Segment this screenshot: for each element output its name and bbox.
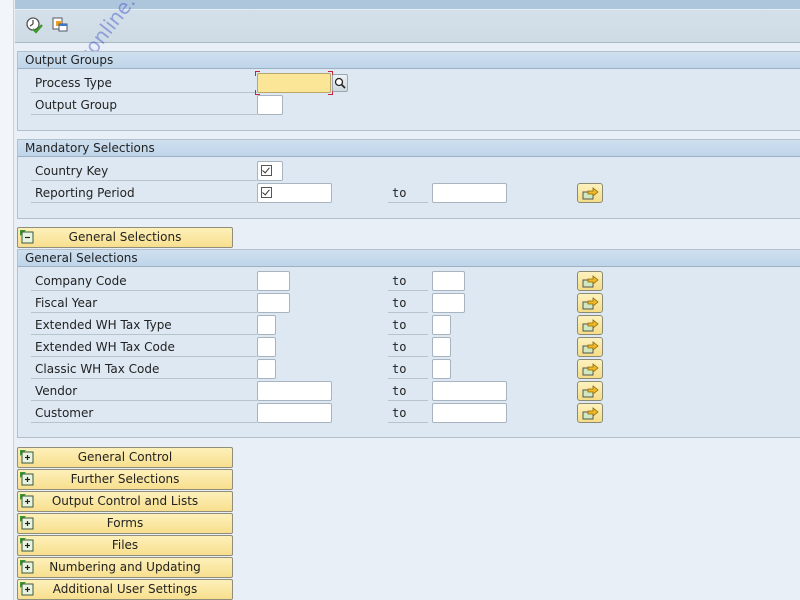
multiple-selection-icon: [582, 275, 599, 288]
country-key-label: Country Key: [31, 161, 257, 181]
to-label: to: [388, 183, 428, 203]
execute-icon[interactable]: [25, 16, 43, 34]
mandatory-selections-title: Mandatory Selections: [18, 140, 800, 157]
search-icon: [334, 77, 346, 89]
to-label: to: [388, 381, 428, 401]
to-label: to: [388, 315, 428, 335]
output-group-input[interactable]: [257, 95, 283, 115]
extended-wh-tax-type-from-input[interactable]: [257, 315, 276, 335]
further-selections-toggle-button[interactable]: Further Selections: [17, 469, 233, 490]
additional-user-settings-label: Additional User Settings: [52, 582, 198, 596]
process-type-input[interactable]: [257, 73, 331, 93]
extended-wh-tax-code-to-input[interactable]: [432, 337, 451, 357]
multiple-selection-icon: [582, 297, 599, 310]
general-selections-frame: General Selections Company Code to Fisca…: [17, 249, 800, 438]
expand-block-icon: [20, 560, 34, 574]
vendor-label: Vendor: [31, 381, 257, 401]
further-selections-label: Further Selections: [70, 472, 180, 486]
classic-wh-tax-code-from-input[interactable]: [257, 359, 276, 379]
reporting-period-label: Reporting Period: [31, 183, 257, 203]
multiple-selection-button[interactable]: [577, 381, 603, 401]
country-key-input[interactable]: [257, 161, 283, 181]
extended-wh-tax-code-from-input[interactable]: [257, 337, 276, 357]
expand-block-icon: [20, 472, 34, 486]
output-control-toggle-button[interactable]: Output Control and Lists: [17, 491, 233, 512]
multiple-selection-button[interactable]: [577, 315, 603, 335]
to-label: to: [388, 337, 428, 357]
output-groups-title: Output Groups: [18, 52, 800, 69]
mandatory-selections-frame: Mandatory Selections Country Key Reporti…: [17, 139, 800, 219]
extended-wh-tax-code-label: Extended WH Tax Code: [31, 337, 257, 357]
multiple-selection-icon: [582, 341, 599, 354]
customer-from-input[interactable]: [257, 403, 332, 423]
multiple-selection-button[interactable]: [577, 293, 603, 313]
files-toggle-button[interactable]: Files: [17, 535, 233, 556]
classic-wh-tax-code-label: Classic WH Tax Code: [31, 359, 257, 379]
general-selections-title: General Selections: [18, 250, 800, 267]
classic-wh-tax-code-to-input[interactable]: [432, 359, 451, 379]
output-group-label: Output Group: [31, 95, 257, 115]
get-variant-icon[interactable]: [51, 16, 69, 34]
general-selections-button-label: General Selections: [68, 230, 182, 244]
application-toolbar: [15, 9, 800, 43]
vendor-from-input[interactable]: [257, 381, 332, 401]
to-label: to: [388, 359, 428, 379]
vendor-to-input[interactable]: [432, 381, 507, 401]
forms-label: Forms: [106, 516, 144, 530]
expand-block-icon: [20, 450, 34, 464]
forms-toggle-button[interactable]: Forms: [17, 513, 233, 534]
output-groups-frame: Output Groups Process Type Output Group: [17, 51, 800, 131]
expand-block-icon: [20, 538, 34, 552]
extended-wh-tax-type-to-input[interactable]: [432, 315, 451, 335]
required-marker: [255, 71, 260, 76]
multiple-selection-button[interactable]: [577, 403, 603, 423]
customer-to-input[interactable]: [432, 403, 507, 423]
multiple-selection-icon: [582, 363, 599, 376]
multiple-selection-button[interactable]: [577, 271, 603, 291]
multiple-selection-button[interactable]: [577, 359, 603, 379]
multiple-selection-icon: [582, 407, 599, 420]
company-code-from-input[interactable]: [257, 271, 290, 291]
general-selections-toggle-button[interactable]: General Selections: [17, 227, 233, 248]
to-label: to: [388, 403, 428, 423]
fiscal-year-label: Fiscal Year: [31, 293, 257, 313]
numbering-updating-label: Numbering and Updating: [49, 560, 201, 574]
to-label: to: [388, 271, 428, 291]
value-help-button[interactable]: [332, 74, 348, 92]
multiple-selection-icon: [582, 187, 599, 200]
title-bar: [15, 0, 800, 9]
fiscal-year-to-input[interactable]: [432, 293, 465, 313]
expand-block-icon: [20, 582, 34, 596]
checkbox-checked-icon: [261, 165, 272, 176]
left-frame: [0, 0, 14, 600]
checkbox-checked-icon: [261, 187, 272, 198]
output-control-label: Output Control and Lists: [51, 494, 199, 508]
customer-label: Customer: [31, 403, 257, 423]
reporting-period-to-input[interactable]: [432, 183, 507, 203]
to-label: to: [388, 293, 428, 313]
general-control-label: General Control: [77, 450, 173, 464]
additional-user-settings-toggle-button[interactable]: Additional User Settings: [17, 579, 233, 600]
general-control-toggle-button[interactable]: General Control: [17, 447, 233, 468]
expand-block-icon: [20, 516, 34, 530]
multiple-selection-button[interactable]: [577, 183, 603, 203]
files-label: Files: [111, 538, 139, 552]
process-type-label: Process Type: [31, 73, 257, 93]
multiple-selection-icon: [582, 385, 599, 398]
multiple-selection-button[interactable]: [577, 337, 603, 357]
extended-wh-tax-type-label: Extended WH Tax Type: [31, 315, 257, 335]
expand-block-icon: [20, 494, 34, 508]
company-code-to-input[interactable]: [432, 271, 465, 291]
company-code-label: Company Code: [31, 271, 257, 291]
multiple-selection-icon: [582, 319, 599, 332]
fiscal-year-from-input[interactable]: [257, 293, 290, 313]
reporting-period-from-input[interactable]: [257, 183, 332, 203]
collapse-block-icon: [20, 230, 34, 244]
numbering-updating-toggle-button[interactable]: Numbering and Updating: [17, 557, 233, 578]
